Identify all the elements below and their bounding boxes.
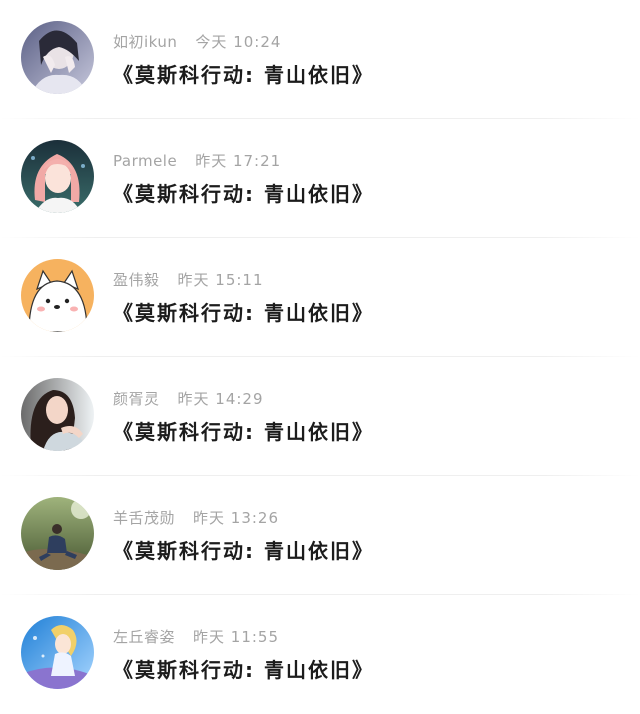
username[interactable]: 盈伟毅 (113, 271, 160, 289)
timestamp: 昨天 17:21 (195, 152, 282, 170)
comment-text: 《莫斯科行动: 青山依旧》 (113, 301, 374, 325)
comment-meta: 左丘睿姿 昨天 11:55 (113, 626, 279, 648)
comment-item[interactable]: 盈伟毅 昨天 15:11 《莫斯科行动: 青山依旧》 (0, 238, 640, 357)
anime-girl-blue-sky-avatar-icon (21, 616, 94, 689)
comment-meta: 颜胥灵 昨天 14:29 (113, 388, 264, 410)
man-sitting-in-nature-avatar-icon (21, 497, 94, 570)
avatar[interactable] (21, 497, 94, 570)
timestamp: 昨天 13:26 (193, 509, 280, 527)
username[interactable]: 颜胥灵 (113, 390, 160, 408)
long-hair-woman-avatar-icon (21, 378, 94, 451)
comment-meta: 盈伟毅 昨天 15:11 (113, 269, 264, 291)
girl-covering-face-avatar-icon (21, 21, 94, 94)
username[interactable]: 如初ikun (113, 33, 177, 51)
comment-meta: 如初ikun 今天 10:24 (113, 31, 281, 53)
comment-item[interactable]: Parmele 昨天 17:21 《莫斯科行动: 青山依旧》 (0, 119, 640, 238)
comment-text: 《莫斯科行动: 青山依旧》 (113, 182, 374, 206)
avatar[interactable] (21, 259, 94, 332)
username[interactable]: 羊舌茂勋 (113, 509, 175, 527)
comment-list: 如初ikun 今天 10:24 《莫斯科行动: 青山依旧》 Parmele 昨天… (0, 0, 640, 709)
comment-item[interactable]: 颜胥灵 昨天 14:29 《莫斯科行动: 青山依旧》 (0, 357, 640, 476)
timestamp: 今天 10:24 (195, 33, 282, 51)
avatar[interactable] (21, 616, 94, 689)
comment-meta: 羊舌茂勋 昨天 13:26 (113, 507, 279, 529)
timestamp: 昨天 14:29 (177, 390, 264, 408)
timestamp: 昨天 15:11 (177, 271, 264, 289)
comment-text: 《莫斯科行动: 青山依旧》 (113, 420, 374, 444)
username[interactable]: 左丘睿姿 (113, 628, 175, 646)
timestamp: 昨天 11:55 (193, 628, 280, 646)
avatar[interactable] (21, 378, 94, 451)
comment-item[interactable]: 如初ikun 今天 10:24 《莫斯科行动: 青山依旧》 (0, 0, 640, 119)
comment-item[interactable]: 羊舌茂勋 昨天 13:26 《莫斯科行动: 青山依旧》 (0, 476, 640, 595)
pink-hair-girl-avatar-icon (21, 140, 94, 213)
comment-text: 《莫斯科行动: 青山依旧》 (113, 539, 374, 563)
avatar[interactable] (21, 21, 94, 94)
comment-meta: Parmele 昨天 17:21 (113, 150, 281, 172)
avatar[interactable] (21, 140, 94, 213)
comment-text: 《莫斯科行动: 青山依旧》 (113, 63, 374, 87)
comment-text: 《莫斯科行动: 青山依旧》 (113, 658, 374, 682)
username[interactable]: Parmele (113, 152, 177, 170)
comment-item[interactable]: 左丘睿姿 昨天 11:55 《莫斯科行动: 青山依旧》 (0, 595, 640, 714)
cartoon-puppy-avatar-icon (21, 259, 94, 332)
